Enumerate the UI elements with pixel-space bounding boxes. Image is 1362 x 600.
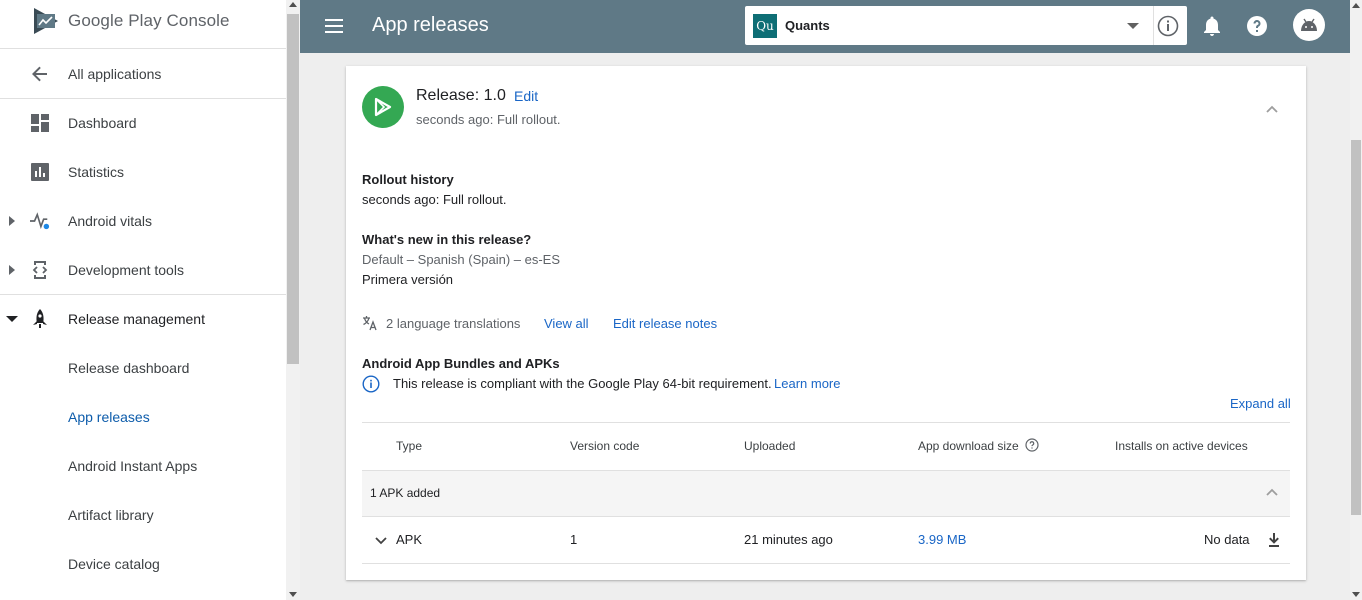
dropdown-arrow-icon[interactable] — [1127, 23, 1139, 29]
sidebar-item-statistics[interactable]: Statistics — [0, 147, 286, 196]
scroll-down-arrow[interactable] — [289, 592, 297, 597]
app-icon: Qu — [753, 14, 777, 38]
arrow-back-icon — [30, 64, 50, 84]
all-applications-link[interactable]: All applications — [0, 49, 286, 98]
edit-release-notes-link[interactable]: Edit release notes — [613, 316, 717, 331]
menu-icon[interactable] — [324, 16, 344, 36]
caret-down-icon[interactable] — [6, 313, 18, 325]
expand-all-link[interactable]: Expand all — [1230, 396, 1291, 411]
info-icon — [362, 375, 380, 393]
rollout-history-heading: Rollout history — [362, 172, 454, 187]
table-header-row: Type Version code Uploaded App download … — [362, 422, 1290, 470]
rocket-icon — [30, 308, 50, 329]
sidebar-item-label: Statistics — [68, 163, 125, 180]
vitals-icon — [30, 211, 50, 231]
development-tools-icon — [30, 260, 50, 280]
divider — [1153, 6, 1154, 45]
scroll-up-arrow[interactable] — [1352, 3, 1360, 8]
installs-value: No data — [1204, 532, 1250, 547]
android-icon — [1301, 18, 1317, 31]
release-subtitle: seconds ago: Full rollout. — [416, 112, 561, 127]
caret-right-icon[interactable] — [6, 264, 18, 276]
sidebar-item-label: Release management — [68, 310, 205, 327]
help-icon[interactable] — [1245, 14, 1269, 38]
sidebar-item-release-dashboard[interactable]: Release dashboard — [0, 343, 286, 392]
release-title: Release: 1.0 — [416, 87, 506, 104]
app-selector[interactable]: Qu Quants — [745, 6, 1187, 45]
release-status-icon — [362, 86, 404, 128]
column-header-type[interactable]: Type — [396, 439, 422, 453]
release-card: Release: 1.0 Edit seconds ago: Full roll… — [346, 66, 1306, 580]
statistics-icon — [30, 162, 50, 182]
column-header-installs[interactable]: Installs on active devices — [1115, 439, 1248, 453]
app-name: Quants — [785, 18, 830, 33]
artifacts-table: Type Version code Uploaded App download … — [362, 422, 1290, 564]
scroll-down-arrow[interactable] — [1352, 592, 1360, 597]
sidebar-item-device-catalog[interactable]: Device catalog — [0, 539, 286, 588]
page-title: App releases — [372, 14, 489, 36]
main-scrollbar[interactable] — [1350, 0, 1362, 600]
sidebar-item-label: Release dashboard — [68, 359, 190, 376]
help-icon[interactable] — [1025, 438, 1039, 452]
info-icon[interactable] — [1157, 15, 1179, 37]
language-translations-count: 2 language translations — [386, 316, 521, 331]
translate-icon — [362, 315, 378, 331]
artifact-type: APK — [396, 532, 423, 547]
scrollbar-thumb[interactable] — [1351, 140, 1361, 515]
bundles-heading: Android App Bundles and APKs — [362, 356, 560, 371]
release-notes-text: Primera versión — [362, 272, 454, 287]
whats-new-heading: What's new in this release? — [362, 232, 532, 247]
column-header-version-code[interactable]: Version code — [570, 439, 639, 453]
sidebar-item-android-instant-apps[interactable]: Android Instant Apps — [0, 441, 286, 490]
sidebar-item-label: App releases — [68, 408, 150, 425]
sidebar-item-release-management[interactable]: Release management — [0, 294, 286, 343]
sidebar-item-dashboard[interactable]: Dashboard — [0, 98, 286, 147]
all-applications-label: All applications — [68, 65, 162, 82]
sidebar-item-label: Artifact library — [68, 506, 154, 523]
sidebar-item-label: Android vitals — [68, 212, 153, 229]
sidebar-item-label: Device catalog — [68, 555, 160, 572]
scrollbar-thumb[interactable] — [287, 14, 299, 364]
view-all-link[interactable]: View all — [544, 316, 589, 331]
group-label: 1 APK added — [370, 486, 441, 500]
column-header-download-size[interactable]: App download size — [918, 439, 1019, 453]
download-icon[interactable] — [1268, 533, 1280, 547]
notifications-icon[interactable] — [1200, 14, 1224, 38]
learn-more-link[interactable]: Learn more — [774, 376, 840, 391]
apk-group-row[interactable]: 1 APK added — [362, 470, 1290, 516]
sidebar-item-app-releases[interactable]: App releases — [0, 392, 286, 441]
sidebar-item-label: Development tools — [68, 261, 184, 278]
compliance-text: This release is compliant with the Googl… — [393, 376, 772, 391]
caret-right-icon[interactable] — [6, 215, 18, 227]
table-row[interactable]: APK 1 21 minutes ago 3.99 MB No data — [362, 516, 1290, 564]
sidebar-item-artifact-library[interactable]: Artifact library — [0, 490, 286, 539]
scroll-up-arrow[interactable] — [289, 2, 297, 7]
download-size-link[interactable]: 3.99 MB — [918, 532, 966, 547]
chevron-down-icon[interactable] — [374, 534, 388, 548]
collapse-group-icon[interactable] — [1264, 485, 1280, 501]
collapse-icon[interactable] — [1264, 101, 1280, 117]
uploaded-time: 21 minutes ago — [744, 532, 833, 547]
sidebar-item-development-tools[interactable]: Development tools — [0, 245, 286, 294]
sidebar-item-label: Dashboard — [68, 114, 137, 131]
column-header-uploaded[interactable]: Uploaded — [744, 439, 795, 453]
sidebar-item-android-vitals[interactable]: Android vitals — [0, 196, 286, 245]
edit-release-link[interactable]: Edit — [514, 88, 538, 104]
rollout-history-text: seconds ago: Full rollout. — [362, 192, 507, 207]
play-console-logo[interactable]: Google Play Console — [32, 6, 230, 36]
logo-text: Google Play Console — [68, 11, 230, 30]
top-app-bar: App releases Qu Quants — [300, 0, 1350, 53]
dashboard-icon — [30, 113, 50, 133]
version-code: 1 — [570, 532, 578, 547]
sidebar-item-label: Android Instant Apps — [68, 457, 198, 474]
sidebar: Google Play Console All applications Das… — [0, 0, 286, 600]
sidebar-scrollbar[interactable] — [286, 0, 300, 600]
account-avatar[interactable] — [1293, 9, 1325, 41]
release-notes-language: Default – Spanish (Spain) – es-ES — [362, 252, 560, 267]
play-console-logo-icon — [34, 8, 58, 34]
